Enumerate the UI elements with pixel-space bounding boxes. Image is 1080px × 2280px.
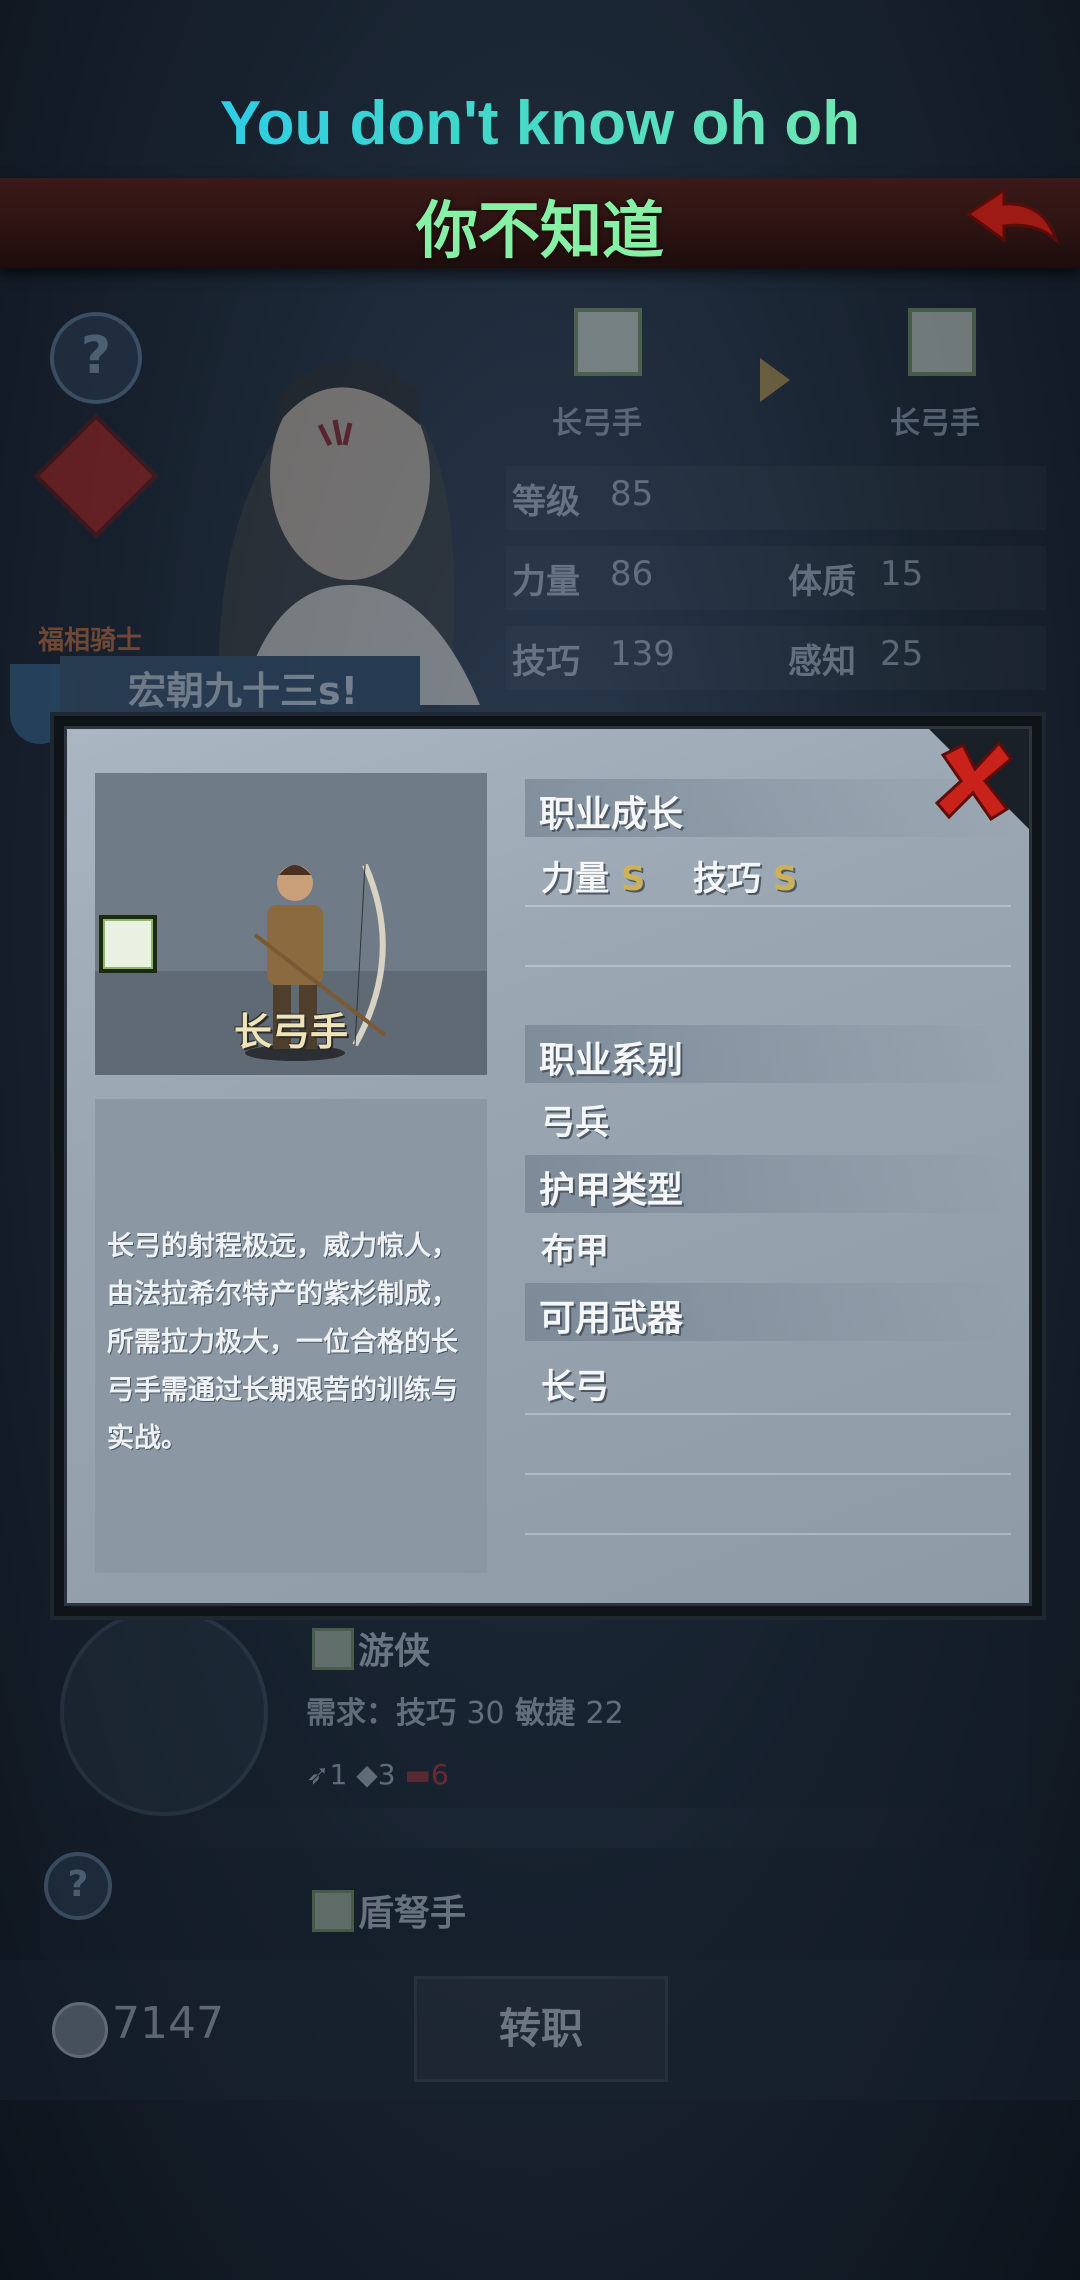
armor-value: 布甲 xyxy=(541,1231,609,1271)
item-count: 3 xyxy=(377,1758,396,1791)
ranger-avatar xyxy=(60,1608,268,1816)
close-icon[interactable] xyxy=(929,735,1017,823)
divider xyxy=(525,965,1011,967)
hero-class-name: 长弓手 xyxy=(233,1010,348,1054)
stat-label: 技巧 xyxy=(512,642,580,682)
growth-stat: 力量 S xyxy=(541,851,645,900)
stat-row-level xyxy=(506,466,1046,530)
divider xyxy=(525,1413,1011,1415)
class-icon xyxy=(99,915,157,973)
weapon-title: 可用武器 xyxy=(539,1298,684,1339)
material-count: ➶1 ◆3 ▬6 xyxy=(306,1758,449,1791)
job-name: 盾弩手 xyxy=(358,1893,467,1934)
req-stat: 敏捷 xyxy=(515,1696,576,1731)
growth-label: 力量 xyxy=(541,859,609,899)
stat-value: 25 xyxy=(880,634,924,674)
wood-icon: ▬ xyxy=(404,1758,431,1791)
stat-row xyxy=(506,626,1046,690)
arrow-right-icon xyxy=(760,358,790,402)
weapon-value: 长弓 xyxy=(541,1367,609,1407)
divider xyxy=(525,1533,1011,1535)
req-label: 需求： xyxy=(306,1696,396,1731)
stat-row xyxy=(506,546,1046,610)
class-description: 长弓的射程极远，威力惊人，由法拉希尔特产的紫杉制成，所需拉力极大，一位合格的长弓… xyxy=(107,1231,458,1454)
divider xyxy=(525,1473,1011,1475)
family-title: 职业系别 xyxy=(539,1040,684,1081)
help-icon[interactable]: ? xyxy=(50,312,142,404)
stat-label: 力量 xyxy=(512,562,580,602)
stat-label: 感知 xyxy=(788,642,856,682)
description-panel: 长弓的射程极远，威力惊人，由法拉希尔特产的紫杉制成，所需拉力极大，一位合格的长弓… xyxy=(95,1099,487,1573)
feather-icon: ➶ xyxy=(306,1758,330,1791)
hero-preview: 长弓手 xyxy=(95,773,487,1075)
family-value: 弓兵 xyxy=(541,1103,609,1143)
class-icon xyxy=(312,1890,354,1932)
growth-grade: S xyxy=(772,859,798,899)
armor-header: 护甲类型 xyxy=(525,1155,1015,1213)
stat-label: 体质 xyxy=(788,562,856,602)
job-card-crossbowman[interactable]: ? 盾弩手 xyxy=(40,1848,1030,1960)
class-to-label: 长弓手 xyxy=(890,406,980,441)
class-from-icon xyxy=(574,308,642,376)
stat-value: 139 xyxy=(610,634,675,674)
job-name: 游侠 xyxy=(358,1631,431,1672)
transfer-button[interactable]: 转职 xyxy=(414,1976,668,2082)
armor-title: 护甲类型 xyxy=(539,1170,684,1211)
stat-value: 86 xyxy=(610,554,654,594)
class-info-modal: 长弓手 长弓的射程极远，威力惊人，由法拉希尔特产的紫杉制成，所需拉力极大，一位合… xyxy=(50,712,1046,1620)
modal-body: 长弓手 长弓的射程极远，威力惊人，由法拉希尔特产的紫杉制成，所需拉力极大，一位合… xyxy=(64,726,1032,1606)
help-icon[interactable]: ? xyxy=(44,1852,112,1920)
class-icon xyxy=(312,1628,354,1670)
growth-title: 职业成长 xyxy=(539,794,684,835)
stat-value: 85 xyxy=(610,474,654,514)
stat-value: 15 xyxy=(880,554,924,594)
job-card-ranger[interactable]: 游侠 需求：技巧 30 敏捷 22 ➶1 ◆3 ▬6 xyxy=(40,1608,1030,1816)
growth-stat: 技巧 S xyxy=(693,851,797,900)
class-to-icon xyxy=(908,308,976,376)
subtitle-chinese: 你不知道 xyxy=(415,194,664,267)
req-value: 22 xyxy=(585,1696,624,1731)
stat-label: 等级 xyxy=(512,482,580,522)
weapon-header: 可用武器 xyxy=(525,1283,1015,1341)
character-portrait xyxy=(219,360,480,705)
growth-grade: S xyxy=(620,859,646,899)
req-value: 30 xyxy=(466,1696,505,1731)
item-count: 1 xyxy=(329,1758,348,1791)
item-count: 6 xyxy=(430,1758,449,1791)
coin-count: 7147 xyxy=(112,1998,224,2049)
class-from-label: 长弓手 xyxy=(552,406,642,441)
subtitle-english: You don't know oh oh xyxy=(0,88,1080,159)
warning-icon[interactable] xyxy=(33,413,159,539)
title-tag: 福相骑士 xyxy=(38,626,143,656)
family-header: 职业系别 xyxy=(525,1025,1015,1083)
stone-icon: ◆ xyxy=(356,1758,378,1791)
job-requirement: 需求：技巧 30 敏捷 22 xyxy=(306,1688,624,1732)
growth-label: 技巧 xyxy=(693,859,761,899)
back-arrow-icon[interactable] xyxy=(964,186,1060,256)
divider xyxy=(525,905,1011,907)
coin-icon xyxy=(52,2002,108,2058)
req-stat: 技巧 xyxy=(396,1696,456,1731)
